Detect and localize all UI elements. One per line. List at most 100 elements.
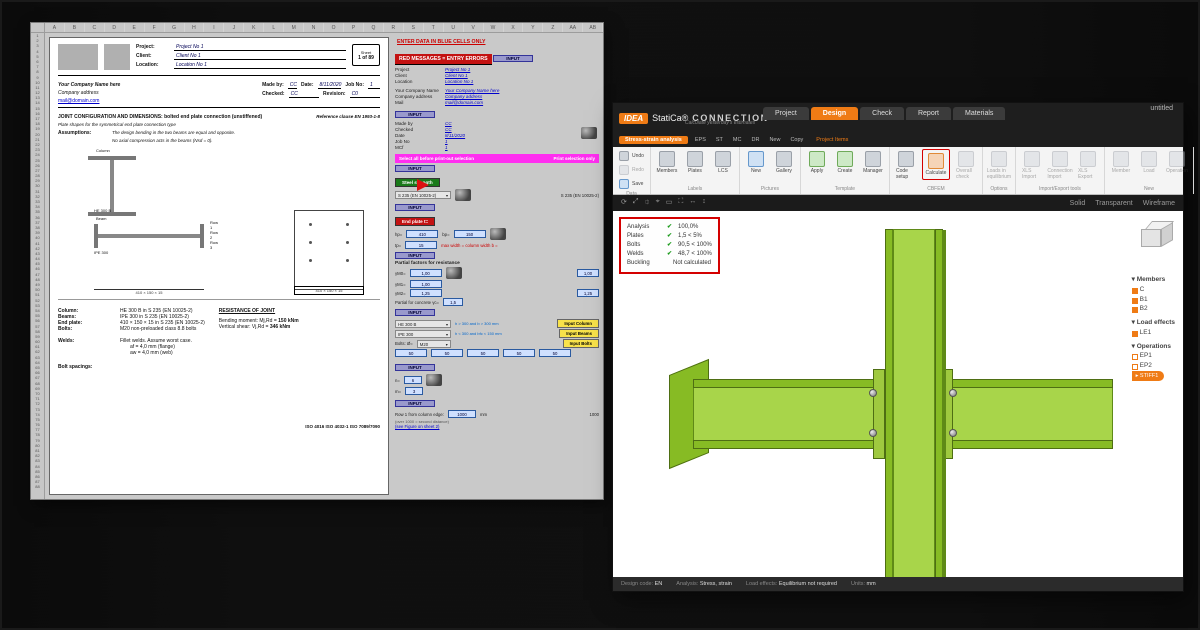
viewport-3d[interactable]: Analysis✔100,0% Plates✔1,5 < 5% Bolts✔90… — [613, 211, 1183, 577]
mode-eps[interactable]: EPS — [692, 137, 709, 143]
window-icon[interactable]: ▭ — [666, 198, 673, 209]
analysis-mode-badge[interactable]: Stress-strain analysis — [619, 136, 688, 144]
new-operation-button[interactable]: Operation — [1165, 149, 1189, 176]
flip-v-icon[interactable]: ↕ — [702, 198, 706, 209]
calculate-button[interactable]: Calculate — [924, 151, 948, 178]
company-name: Your Company Name here — [58, 82, 120, 88]
tree-op-ep1[interactable]: EP1 — [1132, 351, 1175, 361]
bolt-icon — [869, 389, 877, 397]
project-value: Project No 1 — [174, 44, 346, 51]
bolt-icon — [869, 429, 877, 437]
app-tabs: Project Design Check Report Materials — [763, 107, 1007, 120]
row-headers: 1234567891011121314151617181920212223242… — [31, 33, 45, 499]
company-logo-placeholder-2 — [104, 44, 130, 70]
apply-template-button[interactable]: Apply — [805, 149, 829, 176]
tab-check[interactable]: Check — [860, 107, 904, 120]
orbit-icon[interactable]: ⟳ — [621, 198, 627, 209]
pan-icon[interactable]: ⤢ — [633, 198, 639, 209]
render-transparent[interactable]: Transparent — [1095, 200, 1132, 207]
mode-copy[interactable]: Copy — [787, 137, 806, 143]
figure-link[interactable]: (see Figure on sheet 2) — [395, 424, 599, 429]
overall-check-button[interactable]: Overall check — [954, 149, 978, 182]
connection-import-button[interactable]: Connection Import — [1048, 149, 1072, 182]
xls-export-button[interactable]: XLS Export — [1076, 149, 1100, 182]
gear-icon — [426, 374, 442, 386]
print-selection-button[interactable]: Print selection only — [553, 156, 595, 161]
loads-equilibrium-button[interactable]: Loads in equilibrium — [987, 149, 1011, 182]
new-load-button[interactable]: Load — [1137, 149, 1161, 176]
mode-bar: Stress-strain analysis EPS ST MC DR New … — [613, 133, 1183, 147]
company-email-link[interactable]: mail@domain.com — [58, 98, 120, 104]
input-bolts-button[interactable]: Input Bolts — [563, 339, 599, 348]
bp-input[interactable]: 150 — [454, 230, 486, 238]
input-beams-button[interactable]: Input Beams — [559, 329, 599, 338]
beam-section-dropdown[interactable]: IPE 300 — [395, 330, 451, 338]
idea-statica-window: IDEA StatiCa® CONNECTION Calculate yeste… — [612, 102, 1184, 592]
bolt-icon — [949, 429, 957, 437]
gear-icon — [455, 189, 471, 201]
create-template-button[interactable]: Create — [833, 149, 857, 176]
project-label: Project: — [136, 44, 170, 51]
company-address: Company address — [58, 90, 120, 96]
render-solid[interactable]: Solid — [1070, 200, 1086, 207]
model-tree: ▾ Members C B1 B2 ▾ Load effects LE1 ▾ O… — [1132, 271, 1175, 381]
end-plate-west — [873, 369, 885, 459]
reference-clause: Reference clause EN 1993-1-8 — [316, 114, 380, 120]
ribbon: Undo Redo Save Data Members Plates LCS L… — [613, 147, 1183, 195]
gear-icon — [490, 228, 506, 240]
viewport-toolbar: ⟳ ⤢ ⯐ ⌖ ▭ ⛶ ↔ ↕ Solid Transparent Wirefr… — [613, 195, 1183, 211]
template-manager-button[interactable]: Manager — [861, 149, 885, 176]
iso-standards: ISO 4016 ISO 4032-1 ISO 7089/7090 — [305, 424, 380, 430]
flip-h-icon[interactable]: ↔ — [689, 198, 696, 209]
input-panel: ENTER DATA IN BLUE CELLS ONLY RED MESSAG… — [395, 37, 599, 495]
tree-member-b2[interactable]: B2 — [1132, 304, 1175, 314]
target-icon[interactable]: ⌖ — [656, 198, 660, 209]
mode-new[interactable]: New — [766, 137, 783, 143]
fullscreen-icon[interactable]: ⛶ — [678, 198, 683, 209]
view-cube[interactable] — [1141, 221, 1173, 253]
tree-member-c[interactable]: C — [1132, 285, 1175, 295]
tab-materials[interactable]: Materials — [953, 107, 1005, 120]
mode-dr[interactable]: DR — [748, 137, 762, 143]
mode-mc[interactable]: MC — [730, 137, 745, 143]
new-member-button[interactable]: Member — [1109, 149, 1133, 176]
client-value: Client No 1 — [174, 53, 346, 60]
picture-new-button[interactable]: New — [744, 149, 768, 176]
gallery-button[interactable]: Gallery — [772, 149, 796, 176]
spreadsheet-window: ABCD EFGH IJKL MNOP QRST UVWX YZAAAB 123… — [30, 22, 604, 500]
code-setup-button[interactable]: Code setup — [894, 149, 918, 182]
plates-button[interactable]: Plates — [683, 149, 707, 176]
tree-load-le1[interactable]: LE1 — [1132, 328, 1175, 338]
analysis-results-box: Analysis✔100,0% Plates✔1,5 < 5% Bolts✔90… — [619, 217, 720, 274]
joint-title: JOINT CONFIGURATION AND DIMENSIONS: bolt… — [58, 114, 262, 120]
zoom-fit-icon[interactable]: ⯐ — [644, 198, 649, 209]
lcs-button[interactable]: LCS — [711, 149, 735, 176]
redo-button[interactable]: Redo — [617, 163, 646, 177]
beam-east — [943, 379, 1113, 449]
gear-icon — [581, 127, 597, 139]
tp-input[interactable]: 15 — [405, 241, 437, 249]
bolt-icon — [949, 389, 957, 397]
row1-distance-input[interactable]: 1000 — [448, 410, 476, 418]
mode-st[interactable]: ST — [713, 137, 726, 143]
brand-tagline: Calculate yesterday's estimates — [685, 120, 755, 126]
hp-input[interactable]: 410 — [406, 230, 438, 238]
members-button[interactable]: Members — [655, 149, 679, 176]
bolts-dropdown[interactable]: M20 — [417, 340, 451, 348]
tree-op-ep2[interactable]: EP2 — [1132, 361, 1175, 371]
print-selection-bar: Select all before print-out selection Pr… — [395, 154, 599, 163]
project-items-label: Project Items — [816, 137, 848, 143]
input-column-button[interactable]: Input Column — [557, 319, 599, 328]
location-label: Location: — [136, 62, 170, 69]
tab-design[interactable]: Design — [811, 107, 858, 120]
undo-button[interactable]: Undo — [617, 149, 646, 163]
tab-report[interactable]: Report — [906, 107, 951, 120]
tree-op-stiff[interactable]: ▸ STIFF1 — [1132, 371, 1165, 381]
save-button[interactable]: Save — [617, 177, 645, 191]
column-section-dropdown[interactable]: HE 300 B — [395, 320, 451, 328]
tab-project[interactable]: Project — [763, 107, 809, 120]
tree-member-b1[interactable]: B1 — [1132, 295, 1175, 305]
render-wireframe[interactable]: Wireframe — [1143, 200, 1175, 207]
xls-import-button[interactable]: XLS Import — [1020, 149, 1044, 182]
steel-grade-dropdown[interactable]: S 235 (EN 10025-2) — [395, 191, 451, 199]
